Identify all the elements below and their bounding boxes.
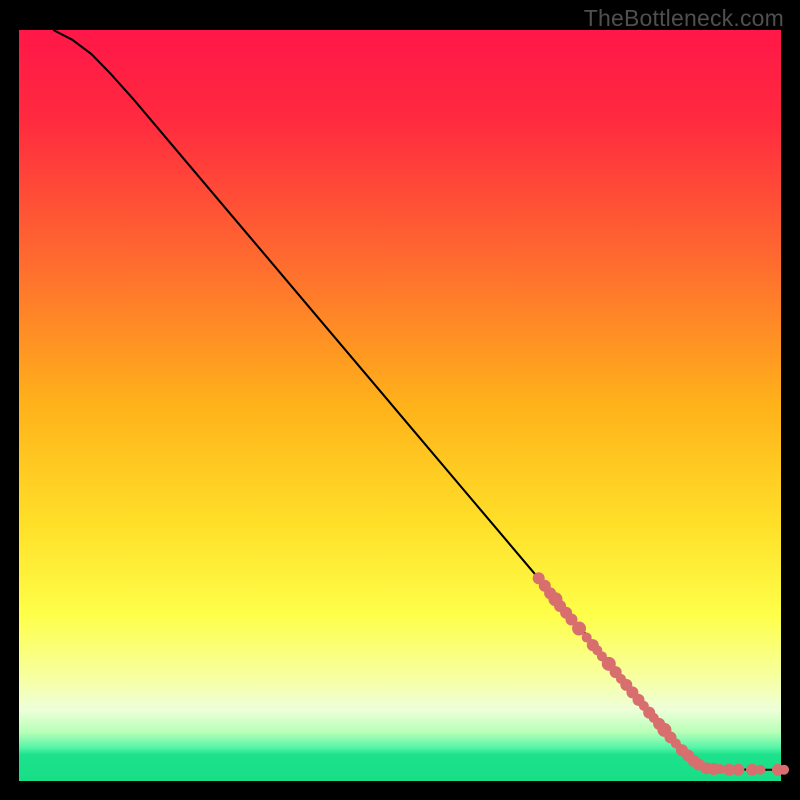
data-point xyxy=(779,765,789,775)
data-point xyxy=(732,764,744,776)
chart-plot-area xyxy=(19,30,781,781)
watermark-label: TheBottleneck.com xyxy=(584,5,784,32)
chart-svg xyxy=(0,0,800,800)
chart-stage: TheBottleneck.com xyxy=(0,0,800,800)
data-point xyxy=(755,765,765,775)
